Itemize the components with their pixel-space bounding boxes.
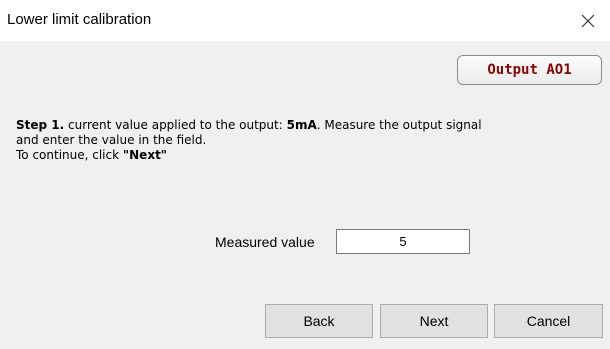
measured-value-label: Measured value [215, 234, 315, 250]
output-badge-label: Output AO1 [487, 62, 572, 78]
instruction-line-2: and enter the value in the field. [16, 133, 207, 147]
instruction-line-1: Step 1. current value applied to the out… [16, 118, 601, 133]
title-bar: Lower limit calibration [0, 0, 610, 41]
instruction-text-1: current value applied to the output: [64, 118, 287, 132]
instruction-text-1-tail: . Measure the output signal [316, 118, 482, 132]
next-reference: "Next" [122, 148, 168, 162]
step-label: Step 1. [16, 118, 65, 132]
back-button[interactable]: Back [265, 304, 373, 338]
next-button[interactable]: Next [380, 304, 488, 338]
instruction-text-3: To continue, click [16, 148, 123, 162]
instruction-line-3: To continue, click "Next" [16, 148, 601, 163]
instructions-text: Step 1. current value applied to the out… [16, 118, 601, 163]
cancel-button[interactable]: Cancel [494, 304, 603, 338]
measured-value-input[interactable] [336, 229, 470, 254]
close-button[interactable] [566, 0, 610, 41]
current-value: 5mA [286, 118, 317, 132]
close-icon [581, 14, 595, 27]
calibration-dialog: Lower limit calibration Output AO1 Step … [0, 0, 610, 349]
window-title: Lower limit calibration [7, 11, 152, 28]
output-badge: Output AO1 [457, 55, 602, 85]
